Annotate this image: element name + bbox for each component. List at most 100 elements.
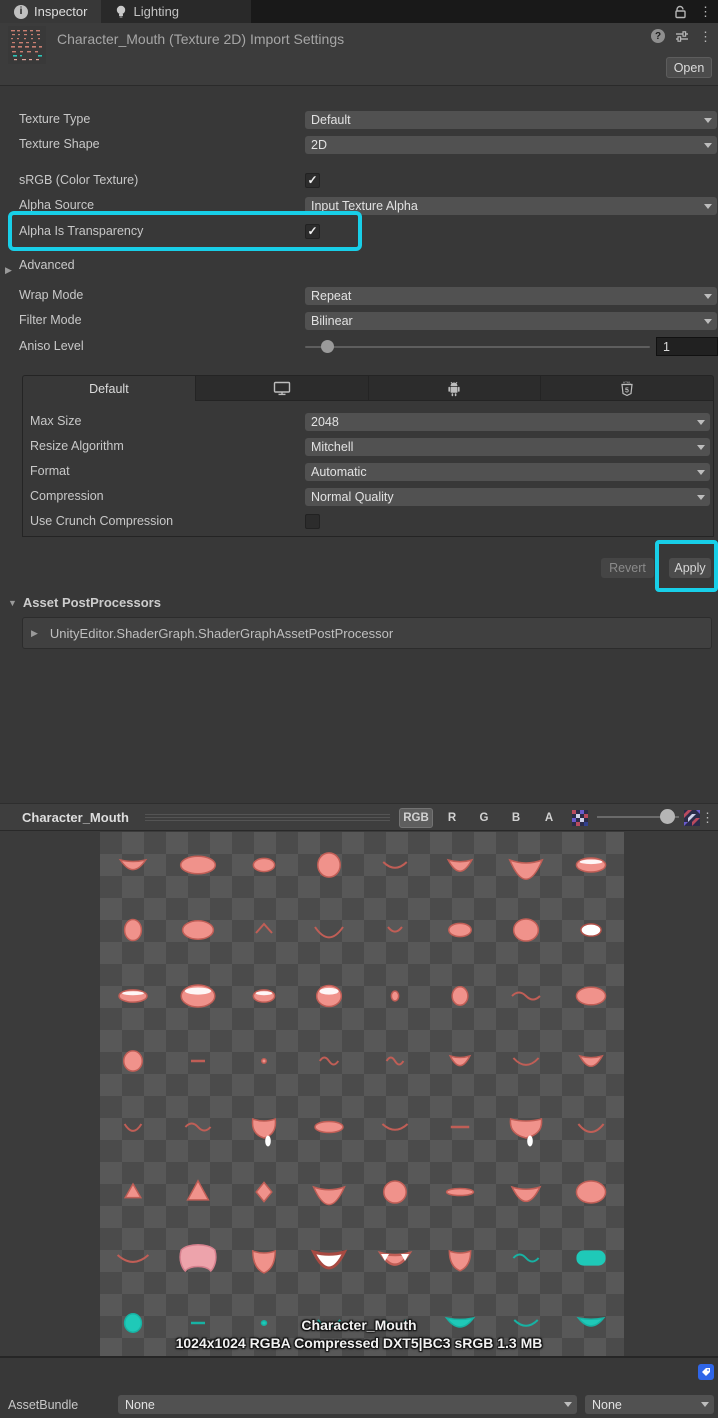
sprite-cell (362, 1225, 428, 1291)
resize-algorithm-label: Resize Algorithm (30, 439, 124, 453)
channel-rgb-button[interactable]: RGB (399, 808, 433, 828)
postprocessors-foldout[interactable]: ▼ Asset PostProcessors (8, 595, 161, 610)
wrap-mode-dropdown[interactable]: Repeat (305, 287, 717, 305)
format-label: Format (30, 464, 70, 478)
foldout-collapsed-icon: ▶ (31, 628, 38, 639)
sprite-cell (100, 832, 166, 898)
texture-preview[interactable] (100, 832, 624, 1356)
platform-tab-webgl[interactable]: HTML 5 (541, 375, 714, 401)
channel-g-button[interactable]: G (470, 808, 498, 828)
compression-dropdown[interactable]: Normal Quality (305, 488, 710, 506)
asset-labels-icon[interactable] (698, 1364, 714, 1380)
info-icon: i (14, 5, 28, 19)
aniso-slider[interactable] (305, 346, 650, 348)
row-texture-type: Texture Type Default (0, 111, 718, 129)
asset-bundle-value: None (125, 1398, 155, 1412)
wrap-mode-label: Wrap Mode (19, 288, 83, 302)
sprite-cell (297, 898, 363, 964)
texture-type-dropdown[interactable]: Default (305, 111, 717, 129)
unlock-icon[interactable] (674, 5, 687, 19)
window-menu-icon[interactable]: ⋮ (699, 5, 712, 18)
postprocessor-item[interactable]: ▶ UnityEditor.ShaderGraph.ShaderGraphAss… (22, 617, 712, 649)
row-max-size: Max Size 2048 (0, 413, 718, 431)
sprite-cell (231, 1225, 297, 1291)
platform-tab-standalone[interactable] (196, 375, 369, 401)
row-format: Format Automatic (0, 463, 718, 481)
alpha-source-label: Alpha Source (19, 198, 94, 212)
alpha-is-transparency-label: Alpha Is Transparency (19, 224, 143, 238)
sprite-cell (559, 1094, 625, 1160)
sprite-cell (559, 963, 625, 1029)
wrap-mode-value: Repeat (311, 289, 351, 303)
preview-drag-handle[interactable] (145, 814, 390, 822)
sprite-cell (166, 1094, 232, 1160)
compression-value: Normal Quality (311, 490, 394, 504)
texture-shape-dropdown[interactable]: 2D (305, 136, 717, 154)
resize-algorithm-dropdown[interactable]: Mitchell (305, 438, 710, 456)
open-button[interactable]: Open (666, 57, 712, 78)
filter-mode-dropdown[interactable]: Bilinear (305, 312, 717, 330)
max-size-dropdown[interactable]: 2048 (305, 413, 710, 431)
srgb-checkbox[interactable]: ✓ (305, 173, 320, 188)
dropdown-arrow-icon (704, 319, 712, 324)
channel-b-button[interactable]: B (502, 808, 530, 828)
alpha-source-value: Input Texture Alpha (311, 199, 418, 213)
sprite-cell (428, 1160, 494, 1226)
dropdown-arrow-icon (697, 420, 705, 425)
sprite-cell (231, 898, 297, 964)
advanced-label[interactable]: Advanced (19, 258, 75, 272)
texture-thumbnail[interactable] (8, 26, 46, 64)
webgl-icon: HTML 5 (620, 380, 634, 397)
texture-shape-value: 2D (311, 138, 327, 152)
aniso-value-field[interactable]: 1 (656, 337, 718, 356)
help-icon[interactable]: ? (651, 29, 665, 43)
foldout-collapsed-icon[interactable]: ▶ (5, 260, 18, 278)
sprite-cell (297, 1029, 363, 1095)
asset-bundle-label: AssetBundle (8, 1398, 78, 1412)
max-size-value: 2048 (311, 415, 339, 429)
aniso-level-label: Aniso Level (19, 339, 84, 353)
alpha-is-transparency-checkbox[interactable]: ✓ (305, 224, 320, 239)
svg-text:HTML: HTML (623, 380, 631, 384)
revert-button[interactable]: Revert (601, 558, 654, 578)
channel-r-button[interactable]: R (438, 808, 466, 828)
row-texture-shape: Texture Shape 2D (0, 136, 718, 154)
sprite-cell (362, 832, 428, 898)
header-menu-icon[interactable]: ⋮ (699, 30, 712, 43)
tab-inspector[interactable]: i Inspector (0, 0, 101, 23)
asset-bundle-variant-dropdown[interactable]: None (585, 1395, 714, 1414)
tab-lighting[interactable]: Lighting (101, 0, 251, 23)
dropdown-arrow-icon (704, 143, 712, 148)
sprite-cell (297, 1225, 363, 1291)
preview-pane: Character_Mouth 1024x1024 RGBA Compresse… (0, 831, 718, 1356)
sprite-cell (493, 963, 559, 1029)
aniso-slider-handle[interactable] (321, 340, 334, 353)
use-crunch-checkbox[interactable]: ✓ (305, 514, 320, 529)
sprite-cell (428, 963, 494, 1029)
mip-slider-handle[interactable] (660, 809, 675, 824)
platform-tab-android[interactable] (369, 375, 542, 401)
alpha-source-dropdown[interactable]: Input Texture Alpha (305, 197, 717, 215)
asset-bundle-dropdown[interactable]: None (118, 1395, 577, 1414)
apply-button[interactable]: Apply (669, 558, 711, 578)
sprite-cell (493, 1094, 559, 1160)
platform-tab-default[interactable]: Default (22, 375, 196, 401)
sprite-cell (362, 1160, 428, 1226)
inspector-window: i Inspector Lighting ⋮ (0, 0, 718, 1418)
row-advanced: ▶ Advanced (0, 257, 718, 275)
channel-a-button[interactable]: A (535, 808, 563, 828)
texture-type-label: Texture Type (19, 112, 90, 126)
sprite-cell (428, 832, 494, 898)
sprite-cell (362, 898, 428, 964)
format-dropdown[interactable]: Automatic (305, 463, 710, 481)
presets-icon[interactable] (675, 30, 689, 43)
sprite-cell (362, 1094, 428, 1160)
sprite-cell (559, 832, 625, 898)
sprite-cell (428, 898, 494, 964)
postprocessors-title: Asset PostProcessors (23, 595, 161, 610)
filter-mode-value: Bilinear (311, 314, 353, 328)
preview-menu-icon[interactable]: ⋮ (701, 811, 714, 824)
row-compression: Compression Normal Quality (0, 488, 718, 506)
sprite-cell (297, 1160, 363, 1226)
use-crunch-label: Use Crunch Compression (30, 514, 173, 528)
